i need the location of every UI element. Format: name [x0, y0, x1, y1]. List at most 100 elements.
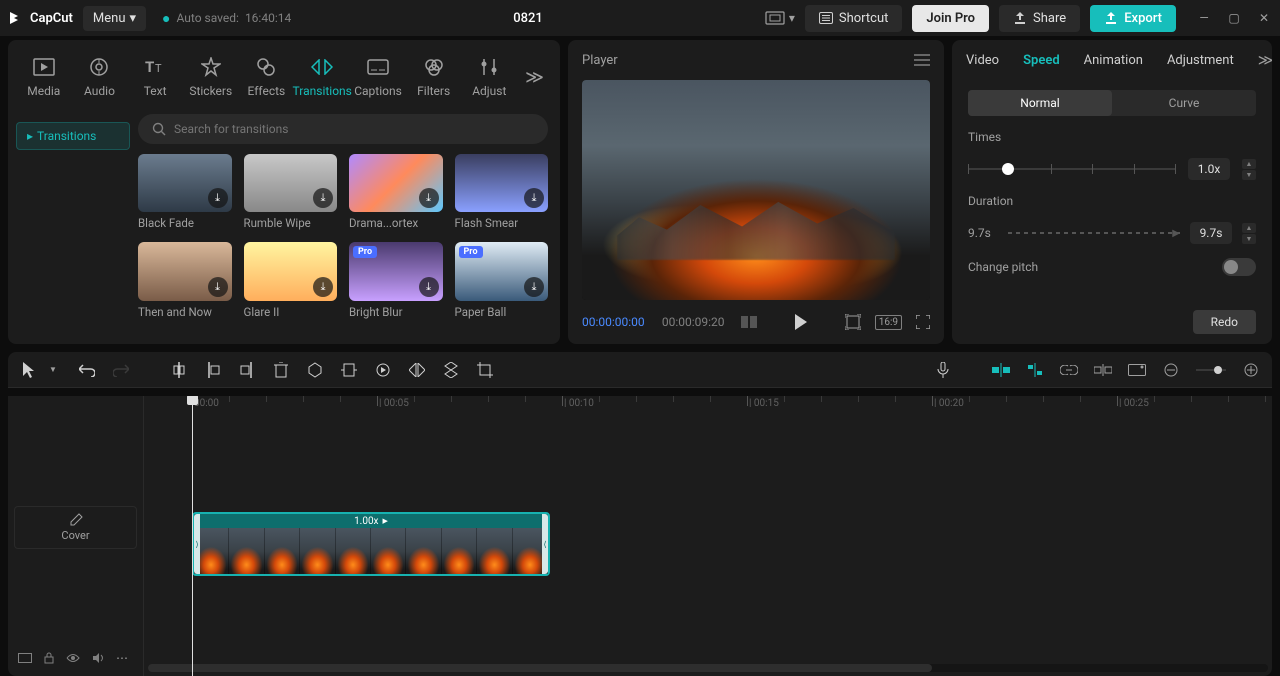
pointer-dropdown-icon[interactable]: ▼ — [44, 361, 62, 379]
mode-curve[interactable]: Curve — [1112, 90, 1256, 116]
aspect-button[interactable]: ▾ — [765, 11, 795, 25]
menu-button[interactable]: Menu ▾ — [83, 6, 146, 31]
times-slider-knob[interactable] — [1002, 163, 1014, 175]
clip-handle-left[interactable]: ⟩ — [194, 514, 200, 574]
timeline-body[interactable]: 00:00| 00:05| 00:10| 00:15| 00:20| 00:25… — [144, 396, 1272, 676]
share-button[interactable]: Share — [999, 5, 1080, 32]
reverse-icon[interactable] — [374, 361, 392, 379]
preview-render-icon[interactable] — [1128, 361, 1146, 379]
player-viewport[interactable] — [582, 80, 930, 300]
rotate-icon[interactable] — [442, 361, 460, 379]
download-icon[interactable]: ⤓ — [313, 188, 333, 208]
download-icon[interactable]: ⤓ — [524, 277, 544, 297]
close-button[interactable]: ✕ — [1256, 11, 1272, 25]
times-value[interactable]: 1.0x — [1188, 158, 1230, 180]
tab-transitions[interactable]: Transitions — [294, 45, 350, 109]
times-slider[interactable] — [968, 168, 1176, 170]
player-menu-icon[interactable] — [914, 54, 930, 66]
track-lock-icon[interactable] — [44, 652, 54, 664]
transition-item[interactable]: ⤓Black Fade — [138, 154, 232, 230]
inspector-tab-adjustment[interactable]: Adjustment — [1167, 53, 1234, 68]
transition-item[interactable]: ⤓Drama...ortex — [349, 154, 443, 230]
search-bar[interactable] — [138, 114, 548, 144]
transition-thumb[interactable]: ⤓ — [138, 154, 232, 212]
mirror-icon[interactable] — [408, 361, 426, 379]
zoom-fit-icon[interactable] — [845, 314, 861, 330]
redo-icon[interactable] — [112, 361, 130, 379]
tab-filters[interactable]: Filters — [406, 45, 462, 109]
transition-item[interactable]: ⤓Rumble Wipe — [244, 154, 338, 230]
change-pitch-toggle[interactable] — [1222, 258, 1256, 276]
stepper-up-icon[interactable]: ▲ — [1242, 223, 1256, 233]
download-icon[interactable]: ⤓ — [524, 188, 544, 208]
download-icon[interactable]: ⤓ — [419, 188, 439, 208]
stepper-down-icon[interactable]: ▼ — [1242, 234, 1256, 244]
zoom-out-icon[interactable] — [1162, 361, 1180, 379]
inspector-tab-speed[interactable]: Speed — [1023, 53, 1060, 68]
download-icon[interactable]: ⤓ — [419, 277, 439, 297]
shortcut-button[interactable]: Shortcut — [805, 5, 903, 32]
split-icon[interactable] — [170, 361, 188, 379]
timeline-scrollbar[interactable] — [148, 664, 1268, 672]
zoom-in-icon[interactable] — [1242, 361, 1260, 379]
transition-item[interactable]: ⤓Then and Now — [138, 242, 232, 318]
inspector-tab-animation[interactable]: Animation — [1084, 53, 1143, 68]
track-collapse-icon[interactable] — [18, 653, 32, 663]
tab-audio[interactable]: Audio — [72, 45, 128, 109]
tab-captions[interactable]: Captions — [350, 45, 406, 109]
join-pro-button[interactable]: Join Pro — [912, 5, 989, 32]
maximize-button[interactable]: ▢ — [1226, 11, 1242, 25]
transition-thumb[interactable]: Pro⤓ — [349, 242, 443, 300]
minimize-button[interactable]: — — [1196, 11, 1212, 25]
play-button[interactable] — [794, 314, 808, 330]
aspect-badge[interactable]: 16:9 — [875, 315, 902, 330]
transition-item[interactable]: ⤓Glare II — [244, 242, 338, 318]
magnet-track-icon[interactable] — [1026, 361, 1044, 379]
download-icon[interactable]: ⤓ — [313, 277, 333, 297]
transition-item[interactable]: Pro⤓Bright Blur — [349, 242, 443, 318]
tab-media[interactable]: Media — [16, 45, 72, 109]
cover-button[interactable]: Cover — [14, 506, 137, 549]
download-icon[interactable]: ⤓ — [208, 277, 228, 297]
export-button[interactable]: Export — [1090, 5, 1176, 32]
transition-thumb[interactable]: Pro⤓ — [455, 242, 549, 300]
clip-handle-right[interactable]: ⟨ — [542, 514, 548, 574]
mic-icon[interactable] — [934, 361, 952, 379]
timeline-ruler[interactable]: 00:00| 00:05| 00:10| 00:15| 00:20| 00:25… — [144, 396, 1272, 416]
stepper-down-icon[interactable]: ▼ — [1242, 170, 1256, 180]
pointer-tool-icon[interactable] — [20, 361, 38, 379]
inspector-more-icon[interactable]: ≫ — [1258, 51, 1272, 69]
times-stepper[interactable]: ▲▼ — [1242, 159, 1256, 180]
undo-icon[interactable] — [78, 361, 96, 379]
freeze-icon[interactable] — [340, 361, 358, 379]
align-icon[interactable] — [1094, 361, 1112, 379]
transition-thumb[interactable]: ⤓ — [138, 242, 232, 300]
duration-slider[interactable]: ▶ — [1008, 232, 1180, 234]
scrollbar-thumb[interactable] — [148, 664, 932, 672]
delete-right-icon[interactable] — [238, 361, 256, 379]
download-icon[interactable]: ⤓ — [208, 188, 228, 208]
playhead[interactable] — [192, 396, 193, 676]
fullscreen-icon[interactable] — [916, 315, 930, 329]
magnet-main-icon[interactable] — [992, 361, 1010, 379]
link-icon[interactable] — [1060, 361, 1078, 379]
transition-thumb[interactable]: ⤓ — [455, 154, 549, 212]
track-visibility-icon[interactable] — [66, 653, 80, 663]
video-clip[interactable]: 1.00x ▶ ⟩ ⟨ — [192, 512, 550, 576]
zoom-slider[interactable] — [1196, 361, 1226, 379]
tab-text[interactable]: TTText — [127, 45, 183, 109]
redo-button[interactable]: Redo — [1193, 310, 1256, 334]
mode-normal[interactable]: Normal — [968, 90, 1112, 116]
delete-icon[interactable] — [272, 361, 290, 379]
tabs-more-icon[interactable]: ≫ — [517, 67, 552, 88]
transition-thumb[interactable]: ⤓ — [244, 154, 338, 212]
search-input[interactable] — [174, 122, 534, 136]
delete-left-icon[interactable] — [204, 361, 222, 379]
track-more-icon[interactable]: ⋯ — [116, 651, 128, 665]
speed-mode-segment[interactable]: NormalCurve — [968, 90, 1256, 116]
transition-thumb[interactable]: ⤓ — [349, 154, 443, 212]
transition-item[interactable]: Pro⤓Paper Ball — [455, 242, 549, 318]
transition-item[interactable]: ⤓Flash Smear — [455, 154, 549, 230]
sidebar-item-transitions[interactable]: ▸ Transitions — [16, 122, 130, 150]
crop-icon[interactable] — [476, 361, 494, 379]
